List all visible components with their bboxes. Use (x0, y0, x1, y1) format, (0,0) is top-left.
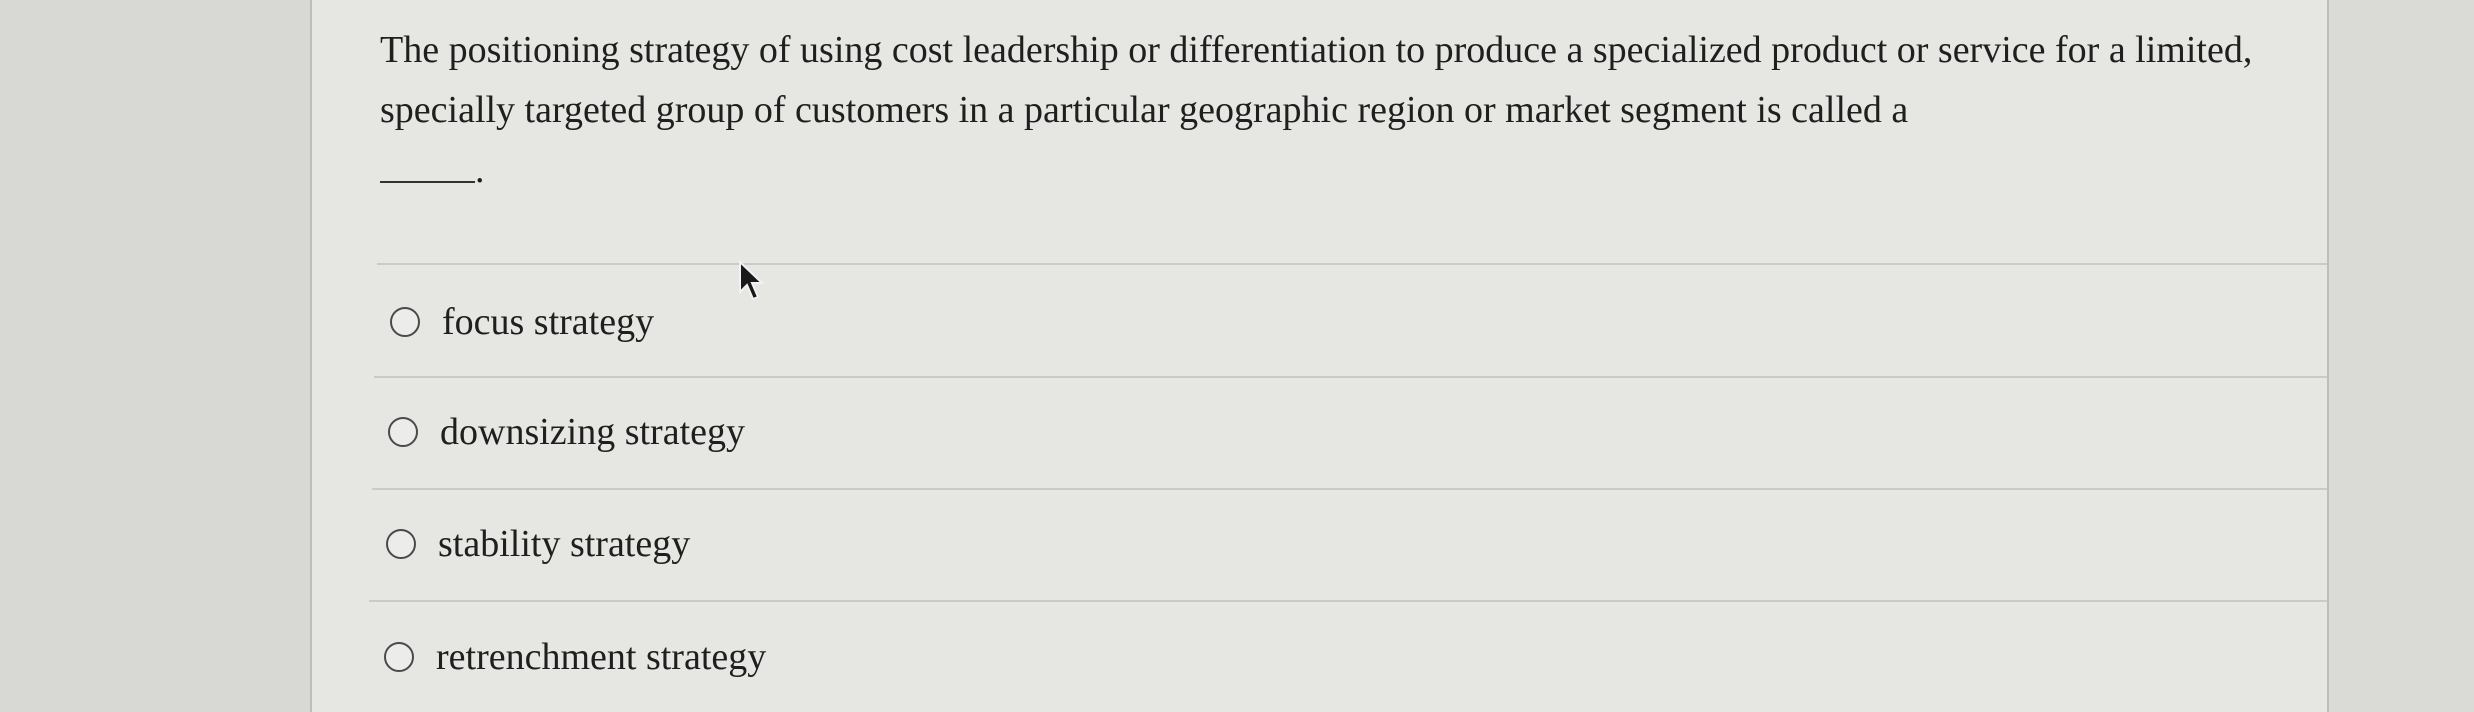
right-panel (2327, 0, 2474, 712)
divider (374, 376, 2327, 378)
radio-button-icon[interactable] (384, 642, 414, 672)
option-label: focus strategy (442, 301, 655, 343)
divider (377, 263, 2327, 265)
divider (369, 600, 2327, 602)
option-stability-strategy[interactable]: stability strategy (386, 522, 690, 566)
answer-blank (380, 181, 475, 184)
option-label: downsizing strategy (440, 411, 746, 453)
question-card: The positioning strategy of using cost l… (312, 0, 2327, 712)
mouse-pointer-icon (739, 260, 765, 301)
option-downsizing-strategy[interactable]: downsizing strategy (388, 410, 745, 454)
radio-button-icon[interactable] (390, 307, 420, 337)
option-retrenchment-strategy[interactable]: retrenchment strategy (384, 635, 766, 679)
question-text: The positioning strategy of using cost l… (380, 20, 2300, 200)
option-focus-strategy[interactable]: focus strategy (390, 300, 654, 344)
divider (372, 488, 2327, 490)
option-label: retrenchment strategy (436, 636, 767, 678)
question-body: The positioning strategy of using cost l… (380, 29, 2253, 131)
question-suffix: . (475, 149, 485, 191)
quiz-page: The positioning strategy of using cost l… (0, 0, 2474, 712)
left-panel (0, 0, 312, 712)
radio-button-icon[interactable] (388, 417, 418, 447)
radio-button-icon[interactable] (386, 529, 416, 559)
option-label: stability strategy (438, 523, 691, 565)
